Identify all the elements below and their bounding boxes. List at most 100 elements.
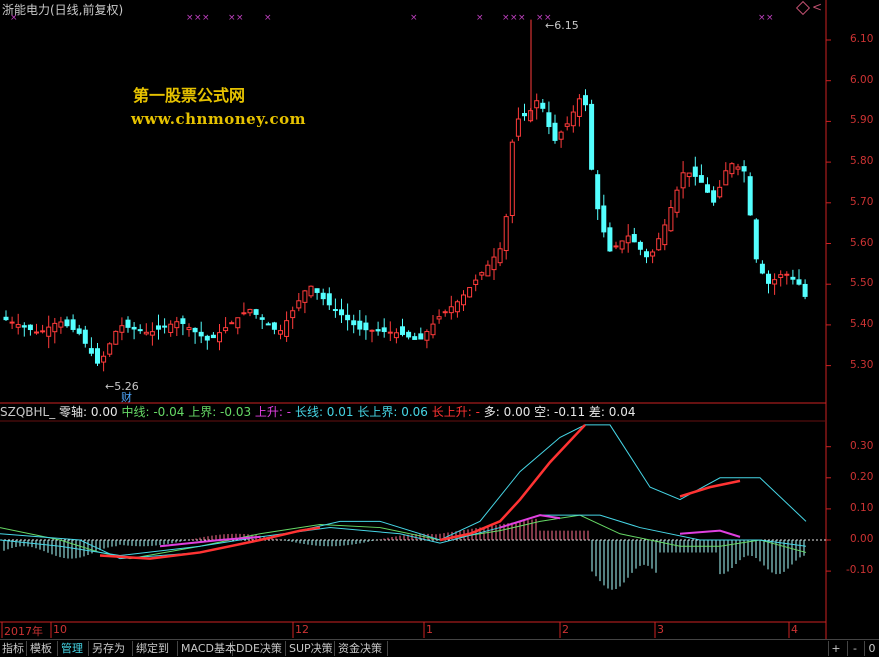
indicator-tick-label: 0.20 xyxy=(850,470,874,483)
candle-body xyxy=(332,309,338,312)
signal-marker: × xyxy=(202,13,210,23)
candle-body xyxy=(125,319,131,328)
candle-body xyxy=(485,264,491,277)
candle-body xyxy=(46,326,52,337)
candle-body xyxy=(174,321,180,329)
legend-item: 差: 0.04 xyxy=(585,405,636,419)
candle-body xyxy=(223,327,229,332)
signal-marker: × xyxy=(510,13,518,23)
tab-4[interactable]: 绑定到 xyxy=(134,641,178,656)
tab-1[interactable]: 模板 xyxy=(28,641,58,656)
time-tick-label: 2 xyxy=(562,623,569,636)
candle-body xyxy=(637,241,643,250)
candle-body xyxy=(119,325,125,333)
candle-body xyxy=(259,317,265,320)
candle-body xyxy=(546,112,552,128)
zoom-in-button[interactable]: + xyxy=(828,641,843,656)
candle-body xyxy=(705,184,710,193)
candle-body xyxy=(149,331,155,336)
candle-body xyxy=(131,326,137,330)
candle-body xyxy=(52,322,58,333)
candle-body xyxy=(461,294,466,306)
candle-body xyxy=(796,279,802,285)
signal-marker: × xyxy=(186,13,194,23)
stock-chart-window: 浙能电力(日线,前复权) < ←6.15 ←5.26 财 × × × × × × × × × × × × × ×… xyxy=(0,0,879,657)
candle-body xyxy=(369,329,375,332)
candle-body xyxy=(790,276,796,280)
candle-body xyxy=(479,272,485,276)
indicator-tick-label: 0.10 xyxy=(850,501,874,514)
tab-6[interactable]: DDE决策 xyxy=(234,641,286,656)
candle-body xyxy=(442,311,448,314)
tab-2[interactable]: 管理 xyxy=(59,641,89,656)
price-tick-label: 6.10 xyxy=(850,33,874,45)
candle-body xyxy=(400,326,405,335)
price-tick-label: 5.30 xyxy=(850,358,874,371)
tab-5[interactable]: MACD基本 xyxy=(179,641,236,656)
candle-body xyxy=(3,316,9,321)
candle-body xyxy=(95,348,100,364)
time-tick-label: 2017年 xyxy=(4,625,43,638)
candle-body xyxy=(265,323,271,326)
candle-body xyxy=(82,329,88,344)
candle-body xyxy=(168,323,174,333)
candle-body xyxy=(363,322,369,331)
candle-body xyxy=(698,175,704,183)
candle-body xyxy=(497,248,503,264)
price-tick-label: 5.80 xyxy=(850,155,874,168)
tab-7[interactable]: SUP决策 xyxy=(287,641,335,656)
candle-body xyxy=(229,322,235,325)
tab-0[interactable]: 指标 xyxy=(0,641,27,656)
candle-body xyxy=(88,348,94,354)
candle-body xyxy=(711,190,717,203)
time-tick-label: 3 xyxy=(657,623,664,636)
candle-body xyxy=(357,320,363,330)
candle-body xyxy=(406,331,412,338)
candle-body xyxy=(70,319,76,330)
legend-item: 长线: 0.01 xyxy=(291,405,354,419)
legend-item: 多: 0.00 xyxy=(479,405,531,419)
candle-body xyxy=(284,320,290,337)
time-tick-label: 1 xyxy=(426,623,433,636)
candle-body xyxy=(576,98,582,117)
candle-body xyxy=(613,245,619,248)
signal-marker: × xyxy=(410,13,418,23)
time-tick-label: 12 xyxy=(295,623,309,636)
candle-body xyxy=(759,263,765,274)
rise-segment xyxy=(499,514,561,529)
candle-body xyxy=(247,308,253,314)
candle-body xyxy=(314,288,320,293)
candle-body xyxy=(381,327,387,333)
candle-body xyxy=(180,318,186,324)
candle-body xyxy=(625,235,631,244)
candle-body xyxy=(650,251,656,257)
signal-marker: × xyxy=(758,13,766,23)
candle-body xyxy=(766,273,771,284)
candle-body xyxy=(448,306,454,314)
tab-8[interactable]: 资金决策 xyxy=(336,641,388,656)
zoom-out-button[interactable]: - xyxy=(847,641,862,656)
candle-body xyxy=(747,176,753,216)
candle-body xyxy=(692,166,698,177)
tab-3[interactable]: 另存为 xyxy=(90,641,133,656)
candle-body xyxy=(558,131,564,140)
candle-body xyxy=(143,331,149,335)
candle-body xyxy=(784,273,790,276)
signal-marker: × xyxy=(228,13,236,23)
long-upper-series xyxy=(0,424,807,560)
indicator-tick-label: 0.00 xyxy=(850,533,874,545)
candle-body xyxy=(326,293,332,306)
candle-body xyxy=(235,317,241,329)
chart-canvas[interactable]: ←6.15←5.26财× × × × × × × × × × × × × × × × xyxy=(0,0,879,656)
candle-body xyxy=(656,238,662,251)
price-tick-label: 5.50 xyxy=(850,277,874,290)
reset-zoom-button[interactable]: 0 xyxy=(864,641,879,656)
candle-body xyxy=(454,301,460,313)
legend-item: 中线: -0.04 xyxy=(117,405,185,419)
candle-body xyxy=(9,321,15,324)
candle-body xyxy=(162,325,168,328)
candle-body xyxy=(741,166,747,172)
candle-body xyxy=(40,330,46,333)
indicator-toolbar: 指标 模板 管理 另存为 绑定到 MACD基本 DDE决策 SUP决策 资金决策 + -0 xyxy=(0,639,879,657)
candle-body xyxy=(467,287,473,298)
